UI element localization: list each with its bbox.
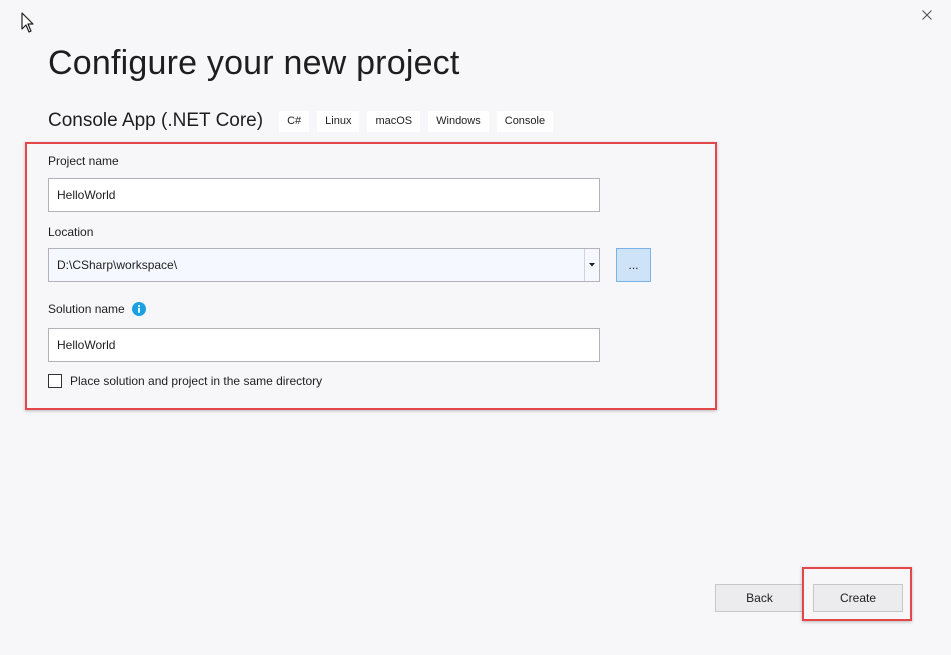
tag-platform-windows: Windows bbox=[428, 110, 489, 132]
solution-name-label: Solution name bbox=[48, 302, 125, 316]
create-button[interactable]: Create bbox=[813, 584, 903, 612]
info-icon[interactable] bbox=[132, 302, 146, 316]
browse-location-button[interactable]: ... bbox=[616, 248, 651, 282]
mouse-pointer-icon bbox=[20, 12, 36, 34]
project-name-input[interactable] bbox=[48, 178, 600, 212]
solution-name-input[interactable] bbox=[48, 328, 600, 362]
same-directory-label[interactable]: Place solution and project in the same d… bbox=[70, 374, 322, 388]
same-directory-checkbox[interactable] bbox=[48, 374, 62, 388]
close-icon bbox=[922, 10, 932, 20]
tag-platform-macos: macOS bbox=[367, 110, 421, 132]
project-name-label: Project name bbox=[48, 154, 119, 168]
location-combobox[interactable]: D:\CSharp\workspace\ bbox=[48, 248, 600, 282]
tag-language: C# bbox=[279, 110, 310, 132]
location-value[interactable]: D:\CSharp\workspace\ bbox=[49, 258, 584, 272]
chevron-down-icon bbox=[589, 263, 595, 267]
tag-platform-linux: Linux bbox=[317, 110, 360, 132]
page-title: Configure your new project bbox=[48, 44, 460, 82]
location-label: Location bbox=[48, 225, 94, 239]
back-button[interactable]: Back bbox=[715, 584, 804, 612]
template-info-row: Console App (.NET Core) C# Linux macOS W… bbox=[48, 110, 561, 132]
same-directory-option[interactable]: Place solution and project in the same d… bbox=[48, 374, 322, 388]
close-button[interactable] bbox=[916, 4, 938, 26]
template-name: Console App (.NET Core) bbox=[48, 110, 264, 131]
location-dropdown-button[interactable] bbox=[584, 249, 599, 281]
tag-project-type: Console bbox=[496, 110, 554, 132]
